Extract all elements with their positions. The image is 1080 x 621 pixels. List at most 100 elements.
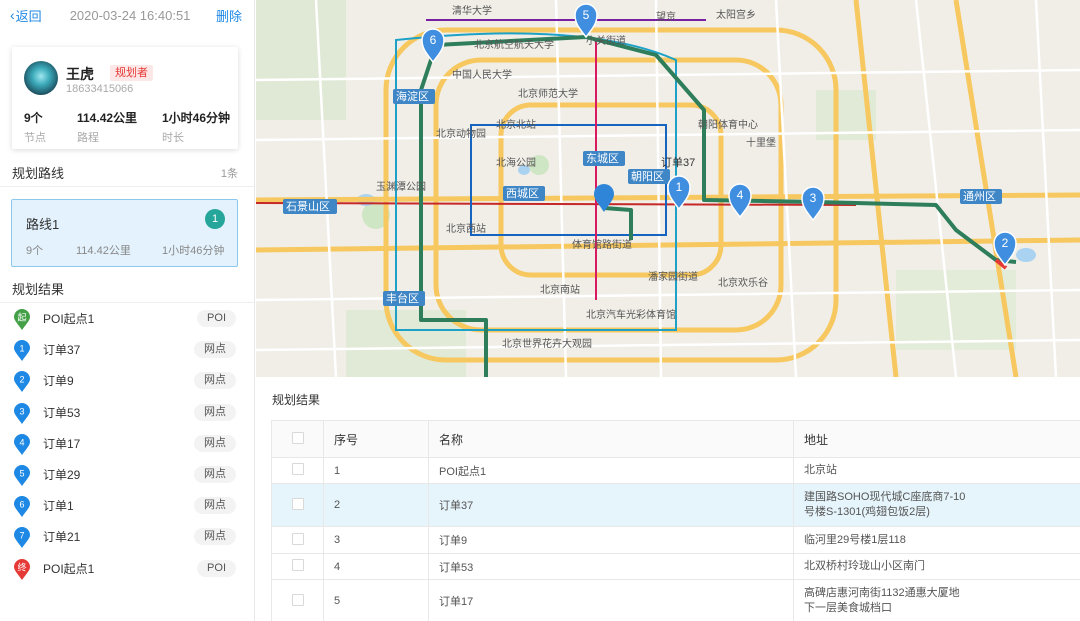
map-pin-icon: 终 <box>13 558 31 581</box>
result-type-tag: 网点 <box>194 528 236 546</box>
back-label: 返回 <box>15 8 42 24</box>
result-type-tag: 网点 <box>194 403 236 421</box>
map-pin-icon: 1 <box>13 340 31 362</box>
row-checkbox[interactable] <box>291 497 304 510</box>
stat-value: 1小时46分钟 <box>162 111 231 125</box>
map-view[interactable]: 海淀区 东城区 朝阳区 西城区 石景山区 丰台区 通州区 清华大学 北京航空航天大学 中国人民大学… <box>256 0 1080 377</box>
svg-text:4: 4 <box>19 437 24 447</box>
route-duration: 1小时46分钟 <box>162 245 225 257</box>
svg-text:2: 2 <box>1002 236 1009 250</box>
row-checkbox[interactable] <box>291 559 304 571</box>
svg-text:4: 4 <box>737 188 744 202</box>
cell-seq: 3 <box>323 526 429 554</box>
stat-value: 9个 <box>24 111 43 125</box>
stat-nodes: 9个 节点 <box>24 109 46 145</box>
district-label: 海淀区 <box>393 89 435 104</box>
place-label: 北京欢乐谷 <box>718 276 768 289</box>
district-label: 朝阳区 <box>628 169 670 184</box>
stat-label: 时长 <box>162 132 184 144</box>
map-pin-icon: 6 <box>13 496 31 518</box>
place-label: 潘家园街道 <box>648 270 698 283</box>
role-badge: 规划者 <box>110 65 153 81</box>
cell-name: 订单9 <box>428 526 794 554</box>
user-name: 王虎 <box>66 66 94 82</box>
result-type-tag: 网点 <box>194 497 236 515</box>
select-all-checkbox[interactable] <box>291 431 304 444</box>
place-label: 朝阳体育中心 <box>698 118 758 131</box>
svg-text:3: 3 <box>19 406 24 416</box>
table-body: 1 POI起点1 北京站 2 订单37 建国路SOHO现代城C座底商7-10 号楼S-130… <box>271 457 1080 621</box>
svg-text:西城区: 西城区 <box>506 187 539 200</box>
place-label: 中国人民大学 <box>452 68 512 81</box>
row-checkbox[interactable] <box>291 463 304 475</box>
header-addr: 地址 <box>793 420 1080 458</box>
table-header: 序号 名称 地址 <box>271 420 1080 458</box>
map-canvas[interactable]: 海淀区东城区朝阳区西城区石景山区丰台区 通州区 清华大学北京航空航天大学中国人民大学… <box>256 0 1080 377</box>
result-item[interactable]: 2 订单9 网点 <box>0 365 254 396</box>
cell-seq: 2 <box>323 483 429 527</box>
result-item[interactable]: 终 POI起点1 POI <box>0 553 254 584</box>
result-item[interactable]: 起 POI起点1 POI <box>0 303 254 334</box>
result-label: 订单37 <box>43 343 81 358</box>
map-pin-icon: 7 <box>13 527 31 549</box>
result-type-tag: POI <box>197 310 236 328</box>
svg-text:东城区: 东城区 <box>586 152 619 165</box>
svg-text:起: 起 <box>17 313 26 323</box>
table-row[interactable]: 3 订单9 临河里29号楼1层118 <box>271 526 1080 554</box>
table-row[interactable]: 2 订单37 建国路SOHO现代城C座底商7-10 号楼S-1301(鸡翅包饭2层) <box>271 483 1080 527</box>
svg-text:5: 5 <box>19 468 24 478</box>
result-item[interactable]: 3 订单53 网点 <box>0 397 254 428</box>
svg-text:6: 6 <box>430 33 437 47</box>
svg-text:7: 7 <box>19 531 24 541</box>
cell-addr: 高碑店惠河南街1132通惠大厦地 下一层美食城档口 <box>793 579 1080 621</box>
table-row[interactable]: 1 POI起点1 北京站 <box>271 457 1080 484</box>
cell-addr: 建国路SOHO现代城C座底商7-10 号楼S-1301(鸡翅包饭2层) <box>793 483 1080 527</box>
map-pin-icon: 5 <box>13 464 31 487</box>
cell-seq: 5 <box>323 579 429 621</box>
district-label: 西城区 <box>503 186 545 201</box>
chevron-left-icon: ‹ <box>10 7 15 23</box>
route-item[interactable]: 路线1 1 9个 114.42公里 1小时46分钟 <box>11 199 238 267</box>
result-item[interactable]: 1 订单37 网点 <box>0 334 254 365</box>
district-label: 东城区 <box>583 151 625 166</box>
row-checkbox[interactable] <box>291 532 304 545</box>
row-checkbox-cell <box>271 483 324 527</box>
row-checkbox[interactable] <box>291 593 304 606</box>
table-row[interactable]: 5 订单17 高碑店惠河南街1132通惠大厦地 下一层美食城档口 <box>271 579 1080 621</box>
map-pin-icon: 4 <box>13 433 31 456</box>
row-checkbox-cell <box>271 457 324 484</box>
topbar: ‹ 返回 2020-03-24 16:40:51 删除 <box>0 0 254 30</box>
user-card: 王虎 规划者 18633415066 9个 节点 114.42公里 路程 1小时… <box>12 47 238 149</box>
sidebar: ‹ 返回 2020-03-24 16:40:51 删除 王虎 规划者 18633… <box>0 0 255 621</box>
svg-text:1: 1 <box>676 180 683 194</box>
stat-distance: 114.42公里 路程 <box>77 109 137 145</box>
row-checkbox-cell <box>271 526 324 554</box>
cell-name: 订单17 <box>428 579 794 621</box>
svg-text:1: 1 <box>19 344 24 354</box>
avatar <box>24 61 58 95</box>
svg-text:通州区: 通州区 <box>963 190 996 203</box>
delete-button[interactable]: 删除 <box>216 6 242 25</box>
back-button[interactable]: ‹ 返回 <box>10 6 42 25</box>
place-label: 十里堡 <box>746 136 776 149</box>
result-type-tag: 网点 <box>194 434 236 452</box>
svg-text:海淀区: 海淀区 <box>396 89 429 103</box>
place-label: 体育馆路街道 <box>572 238 632 251</box>
result-item[interactable]: 5 订单29 网点 <box>0 459 254 490</box>
result-label: POI起点1 <box>43 561 95 576</box>
map-pin-icon: 2 <box>13 371 31 393</box>
stat-label: 节点 <box>24 132 46 144</box>
place-label: 太阳宫乡 <box>716 8 756 21</box>
result-label: 订单53 <box>43 405 81 420</box>
place-label: 北京西站 <box>446 222 486 235</box>
result-label: 订单21 <box>43 530 81 545</box>
place-label: 北京北站 <box>496 118 536 131</box>
result-item[interactable]: 4 订单17 网点 <box>0 428 254 459</box>
stat-value: 114.42公里 <box>77 111 138 125</box>
results-panel: 规划结果 序号 名称 地址 1 POI起点1 北京站 2 订单37 建国路SOHO现代城C… <box>256 377 1080 621</box>
result-item[interactable]: 6 订单1 网点 <box>0 490 254 521</box>
table-row[interactable]: 4 订单53 北双桥村玲珑山小区南门 <box>271 553 1080 580</box>
result-item[interactable]: 7 订单21 网点 <box>0 521 254 552</box>
header-name: 名称 <box>428 420 794 458</box>
result-list: 起 POI起点1 POI 1 订单37 网点 2 订单9 网点 3 订单53 网点 4 订单17 网点 5 订单… <box>0 303 254 584</box>
